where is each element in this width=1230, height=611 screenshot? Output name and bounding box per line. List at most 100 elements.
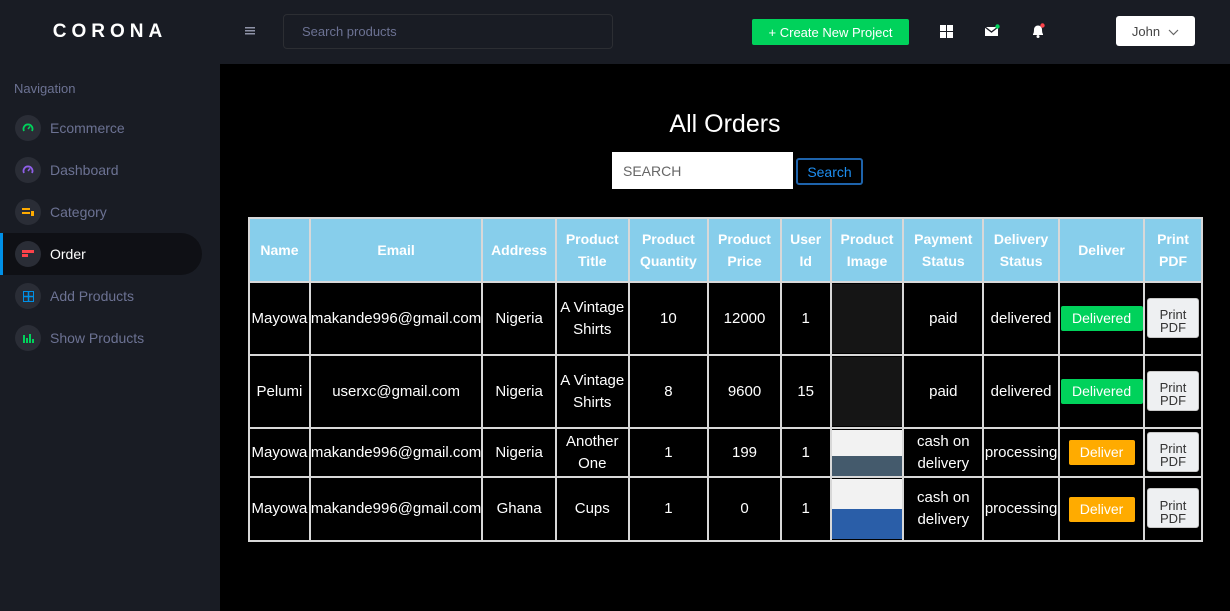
deliver-button[interactable]: Deliver bbox=[1068, 440, 1135, 465]
sidebar-item-ecommerce[interactable]: Ecommerce bbox=[0, 107, 220, 149]
cell-email: makande996@gmail.com bbox=[308, 476, 484, 542]
product-image bbox=[832, 429, 902, 476]
cell-quantity: 8 bbox=[627, 354, 710, 429]
table-row: Mayowa makande996@gmail.com Nigeria Anot… bbox=[248, 427, 1203, 478]
cell-user-id: 1 bbox=[779, 476, 832, 542]
cell-email: userxc@gmail.com bbox=[308, 354, 484, 429]
cell-product-image bbox=[829, 354, 905, 429]
table-header-row: Name Email Address Product Title Product… bbox=[248, 217, 1203, 283]
cell-delivery-status: delivered bbox=[982, 354, 1061, 429]
page-title: All Orders bbox=[669, 110, 781, 138]
cell-print-pdf: Print PDF bbox=[1143, 427, 1203, 478]
cell-user-id: 15 bbox=[779, 354, 832, 429]
bell-icon[interactable] bbox=[1029, 22, 1047, 40]
cell-payment-status: paid bbox=[902, 354, 985, 429]
sidebar-item-label: Add Products bbox=[50, 288, 135, 304]
column-header: Address bbox=[481, 217, 557, 283]
deliver-button[interactable]: Deliver bbox=[1068, 496, 1135, 522]
chevron-down-icon bbox=[1168, 24, 1179, 39]
cell-payment-status: cash on delivery bbox=[902, 427, 985, 478]
product-image bbox=[832, 357, 902, 426]
delivered-button[interactable]: Delivered bbox=[1060, 379, 1143, 404]
cell-payment-status: cash on delivery bbox=[902, 476, 985, 542]
table-row: Mayowa makande996@gmail.com Ghana Cups 1… bbox=[248, 476, 1203, 542]
table-icon bbox=[15, 241, 41, 267]
cell-quantity: 1 bbox=[627, 427, 710, 478]
sidebar-item-show-products[interactable]: Show Products bbox=[0, 317, 220, 359]
order-search-input[interactable] bbox=[612, 152, 793, 189]
cell-email: makande996@gmail.com bbox=[308, 427, 484, 478]
cell-deliver: Delivered bbox=[1058, 354, 1146, 429]
print-pdf-button[interactable]: Print PDF bbox=[1147, 431, 1200, 472]
sidebar-item-add-products[interactable]: Add Products bbox=[0, 275, 220, 317]
column-header: Print PDF bbox=[1143, 217, 1203, 283]
table-row: Mayowa makande996@gmail.com Nigeria A Vi… bbox=[248, 281, 1203, 356]
menu-icon[interactable] bbox=[245, 22, 255, 39]
create-project-button[interactable]: + Create New Project bbox=[752, 19, 909, 45]
column-header: Product Image bbox=[829, 217, 905, 283]
sidebar-item-dashboard[interactable]: Dashboard bbox=[0, 149, 220, 191]
grid-icon bbox=[15, 283, 41, 309]
column-header: User Id bbox=[779, 217, 832, 283]
user-name: John bbox=[1131, 23, 1161, 39]
nav-heading: Navigation bbox=[14, 81, 76, 96]
user-menu-button[interactable]: John bbox=[1116, 16, 1195, 46]
cell-address: Nigeria bbox=[481, 281, 557, 356]
main-content: All Orders Search Name Email Address Pro… bbox=[220, 64, 1230, 611]
column-header: Delivery Status bbox=[982, 217, 1061, 283]
column-header: Name bbox=[248, 217, 311, 283]
sidebar-item-label: Order bbox=[50, 246, 86, 262]
sidebar-item-label: Show Products bbox=[50, 330, 145, 346]
grid-icon[interactable] bbox=[937, 22, 955, 40]
cell-payment-status: paid bbox=[902, 281, 985, 356]
cell-address: Nigeria bbox=[481, 427, 557, 478]
cell-deliver: Deliver bbox=[1058, 427, 1146, 478]
chart-bar-icon bbox=[15, 325, 41, 351]
product-image bbox=[832, 284, 902, 353]
search-button[interactable]: Search bbox=[796, 158, 863, 185]
cell-print-pdf: Print PDF bbox=[1143, 476, 1203, 542]
cell-price: 9600 bbox=[707, 354, 782, 429]
sidebar-item-order[interactable]: Order bbox=[0, 233, 202, 275]
cell-name: Mayowa bbox=[248, 281, 311, 356]
cell-product-image bbox=[829, 476, 905, 542]
product-image bbox=[832, 479, 902, 539]
cell-price: 0 bbox=[707, 476, 782, 542]
topbar: + Create New Project John bbox=[220, 0, 1230, 64]
cell-name: Mayowa bbox=[248, 476, 311, 542]
speedometer-icon bbox=[15, 115, 41, 141]
cell-product-image bbox=[829, 427, 905, 478]
cell-deliver: Delivered bbox=[1058, 281, 1146, 356]
print-pdf-button[interactable]: Print PDF bbox=[1147, 488, 1200, 529]
cell-price: 12000 bbox=[707, 281, 782, 356]
cell-product-image bbox=[829, 281, 905, 356]
column-header: Payment Status bbox=[902, 217, 985, 283]
sidebar-item-label: Dashboard bbox=[50, 162, 119, 178]
print-pdf-button[interactable]: Print PDF bbox=[1147, 370, 1200, 411]
cell-product-title: Cups bbox=[554, 476, 630, 542]
cell-quantity: 1 bbox=[627, 476, 710, 542]
column-header: Email bbox=[308, 217, 484, 283]
search-input[interactable] bbox=[283, 14, 613, 49]
playlist-icon bbox=[15, 199, 41, 225]
cell-user-id: 1 bbox=[779, 281, 832, 356]
delivered-button[interactable]: Delivered bbox=[1060, 306, 1143, 331]
cell-print-pdf: Print PDF bbox=[1143, 281, 1203, 356]
speedometer-icon bbox=[15, 157, 41, 183]
cell-delivery-status: processing bbox=[982, 476, 1061, 542]
sidebar-item-category[interactable]: Category bbox=[0, 191, 220, 233]
cell-address: Ghana bbox=[481, 476, 557, 542]
brand-logo[interactable]: CORONA bbox=[0, 0, 220, 64]
print-pdf-button[interactable]: Print PDF bbox=[1147, 297, 1200, 338]
sidebar-item-label: Category bbox=[50, 204, 107, 220]
mail-icon[interactable] bbox=[983, 22, 1001, 40]
cell-delivery-status: processing bbox=[982, 427, 1061, 478]
column-header: Product Price bbox=[707, 217, 782, 283]
cell-email: makande996@gmail.com bbox=[308, 281, 484, 356]
sidebar: CORONA Navigation Ecommerce Dashboard Ca… bbox=[0, 0, 220, 611]
cell-user-id: 1 bbox=[779, 427, 832, 478]
sidebar-item-label: Ecommerce bbox=[50, 120, 125, 136]
cell-print-pdf: Print PDF bbox=[1143, 354, 1203, 429]
cell-quantity: 10 bbox=[627, 281, 710, 356]
column-header: Deliver bbox=[1058, 217, 1146, 283]
